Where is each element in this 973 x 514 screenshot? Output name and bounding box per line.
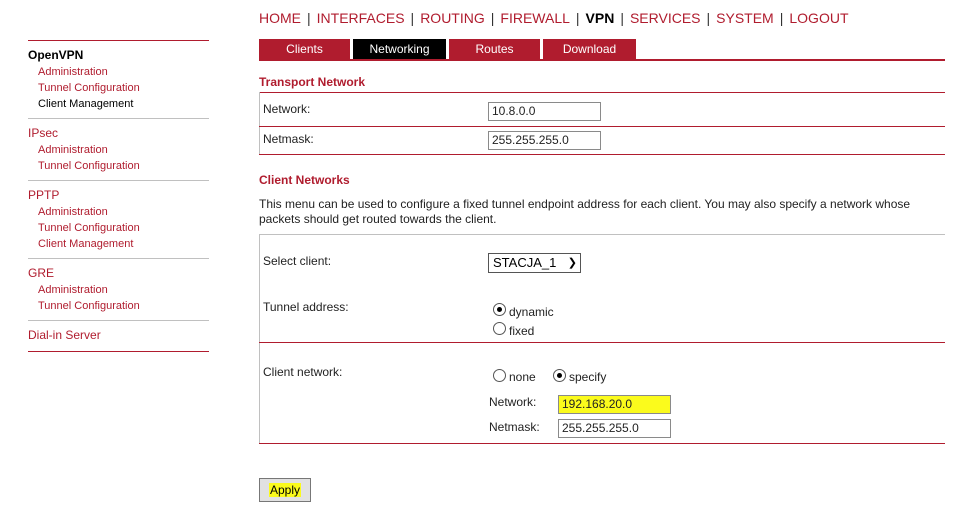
sidebar-item-pptp-client-management[interactable]: Client Management: [28, 236, 209, 252]
divider: [259, 154, 945, 155]
sidebar-group-pptp: PPTP Administration Tunnel Configuration…: [28, 181, 209, 259]
sidebar-title-pptp[interactable]: PPTP: [28, 186, 209, 204]
transport-network-title: Transport Network: [259, 75, 366, 89]
select-client-dropdown[interactable]: STACJA_1 ❯: [488, 253, 581, 273]
transport-network-label: Network:: [263, 102, 311, 116]
client-network-netmask-input[interactable]: 255.255.255.0: [558, 419, 671, 438]
tab-bar: Clients Networking Routes Download: [259, 39, 636, 59]
sidebar-group-ipsec: IPsec Administration Tunnel Configuratio…: [28, 119, 209, 181]
nav-separator: |: [620, 10, 624, 26]
nav-separator: |: [575, 10, 580, 26]
apply-button-label: Apply: [268, 483, 302, 497]
client-network-none-label: none: [509, 370, 536, 384]
chevron-down-icon: ❯: [567, 257, 577, 269]
sidebar-title-ipsec[interactable]: IPsec: [28, 124, 209, 142]
sidebar-group-openvpn: OpenVPN Administration Tunnel Configurat…: [28, 41, 209, 119]
transport-netmask-label: Netmask:: [263, 132, 314, 146]
tunnel-fixed-label: fixed: [509, 324, 535, 338]
tunnel-dynamic-radio[interactable]: [493, 303, 506, 316]
client-network-network-label: Network:: [489, 395, 537, 409]
client-networks-description: This menu can be used to configure a fix…: [259, 197, 911, 226]
nav-separator: |: [779, 10, 784, 26]
tab-routes[interactable]: Routes: [449, 39, 540, 59]
nav-firewall[interactable]: FIREWALL: [500, 10, 570, 26]
transport-network-input[interactable]: 10.8.0.0: [488, 102, 601, 121]
nav-vpn[interactable]: VPN: [586, 10, 615, 26]
tab-networking[interactable]: Networking: [353, 39, 446, 59]
sidebar-title-openvpn[interactable]: OpenVPN: [28, 46, 209, 64]
nav-separator: |: [490, 10, 495, 26]
nav-routing[interactable]: ROUTING: [420, 10, 485, 26]
client-network-netmask-label: Netmask:: [489, 420, 540, 434]
sidebar-item-gre-tunnel-configuration[interactable]: Tunnel Configuration: [28, 298, 209, 314]
sidebar-item-openvpn-client-management[interactable]: Client Management: [28, 96, 209, 112]
nav-services[interactable]: SERVICES: [630, 10, 701, 26]
divider: [259, 234, 945, 235]
select-client-value: STACJA_1: [493, 255, 557, 270]
sidebar-item-ipsec-administration[interactable]: Administration: [28, 142, 209, 158]
nav-home[interactable]: HOME: [259, 10, 301, 26]
sidebar-item-ipsec-tunnel-configuration[interactable]: Tunnel Configuration: [28, 158, 209, 174]
tab-download[interactable]: Download: [543, 39, 636, 59]
apply-button[interactable]: Apply: [259, 478, 311, 502]
sidebar-group-gre: GRE Administration Tunnel Configuration: [28, 259, 209, 321]
sidebar-group-dialin: Dial-in Server: [28, 321, 209, 352]
select-client-label: Select client:: [263, 254, 332, 268]
nav-interfaces[interactable]: INTERFACES: [317, 10, 405, 26]
sidebar-item-openvpn-tunnel-configuration[interactable]: Tunnel Configuration: [28, 80, 209, 96]
tab-underline: [259, 59, 945, 61]
divider: [259, 443, 945, 444]
client-network-none-radio[interactable]: [493, 369, 506, 382]
tunnel-fixed-radio[interactable]: [493, 322, 506, 335]
tab-clients[interactable]: Clients: [259, 39, 350, 59]
transport-netmask-input[interactable]: 255.255.255.0: [488, 131, 601, 150]
sidebar-title-gre[interactable]: GRE: [28, 264, 209, 282]
nav-separator: |: [410, 10, 415, 26]
nav-logout[interactable]: LOGOUT: [789, 10, 848, 26]
nav-system[interactable]: SYSTEM: [716, 10, 774, 26]
divider: [259, 126, 945, 127]
tunnel-address-label: Tunnel address:: [263, 300, 349, 314]
tunnel-dynamic-label: dynamic: [509, 305, 554, 319]
sidebar-item-gre-administration[interactable]: Administration: [28, 282, 209, 298]
client-network-network-input[interactable]: 192.168.20.0: [558, 395, 671, 414]
client-network-specify-radio[interactable]: [553, 369, 566, 382]
divider: [259, 92, 945, 93]
sidebar-item-pptp-tunnel-configuration[interactable]: Tunnel Configuration: [28, 220, 209, 236]
sidebar-item-openvpn-administration[interactable]: Administration: [28, 64, 209, 80]
divider: [259, 92, 260, 155]
sidebar-item-pptp-administration[interactable]: Administration: [28, 204, 209, 220]
client-network-specify-label: specify: [569, 370, 607, 384]
sidebar-title-dialin-server[interactable]: Dial-in Server: [28, 326, 209, 344]
divider: [259, 234, 260, 444]
top-navigation: HOME | INTERFACES | ROUTING | FIREWALL | VPN | SER…: [259, 10, 849, 26]
client-networks-title: Client Networks: [259, 173, 350, 187]
sidebar: OpenVPN Administration Tunnel Configurat…: [28, 40, 209, 352]
nav-separator: |: [706, 10, 711, 26]
divider: [259, 342, 945, 343]
client-network-label: Client network:: [263, 365, 343, 379]
nav-separator: |: [307, 10, 311, 26]
